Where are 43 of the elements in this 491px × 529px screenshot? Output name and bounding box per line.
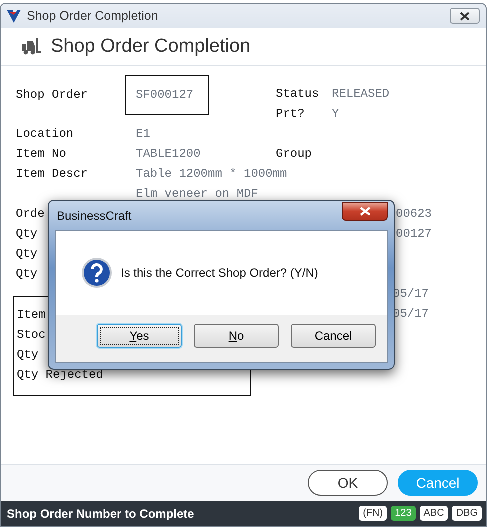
dialog-button[interactable]: Yes <box>97 324 182 348</box>
field-value: Table 1200mm * 1000mm <box>136 167 288 181</box>
forklift-icon <box>22 38 41 55</box>
field-label: Qty Rejected <box>17 368 104 382</box>
field-label: Orde <box>16 207 45 221</box>
field-label: Item Descr <box>16 167 88 181</box>
app-logo-icon <box>7 10 21 22</box>
field-value: 00127 <box>396 227 432 241</box>
close-icon <box>460 12 470 20</box>
page-title: Shop Order Completion <box>51 36 251 58</box>
dialog-title: BusinessCraft <box>57 208 133 222</box>
dialog-button[interactable]: Cancel <box>291 324 376 348</box>
field-value: TABLE1200 <box>136 147 201 161</box>
close-button[interactable] <box>450 8 480 24</box>
mode-badge[interactable]: DBG <box>452 506 482 521</box>
field-label: Item No <box>16 147 66 161</box>
window-title: Shop Order Completion <box>27 9 160 23</box>
status-text: Shop Order Number to Complete <box>7 506 196 520</box>
field-label: Stoc <box>17 328 46 342</box>
field-value: RELEASED <box>332 87 390 101</box>
mode-badge[interactable]: (FN) <box>359 506 388 521</box>
mode-badge[interactable]: ABC <box>420 506 448 521</box>
field-value: 00623 <box>396 207 432 221</box>
field-value: E1 <box>136 127 150 141</box>
field-label: Group <box>276 147 312 161</box>
field-label: Qty <box>16 247 38 261</box>
field-label: Status <box>276 87 320 101</box>
field-label: Qty <box>16 267 38 281</box>
field-label: Prt? <box>276 107 305 121</box>
field-label: Location <box>16 127 74 141</box>
close-button[interactable] <box>342 202 388 220</box>
field-label: Shop Order <box>16 88 88 102</box>
question-icon <box>81 257 113 289</box>
field-value: Elm veneer on MDF <box>136 187 258 201</box>
shop-order-field[interactable]: SF000127 <box>125 75 209 115</box>
field-label: Item <box>17 308 46 322</box>
close-icon <box>360 206 370 216</box>
field-value: Y <box>332 107 340 121</box>
dialog-button[interactable]: No <box>194 324 279 348</box>
field-label: Qty <box>17 348 39 362</box>
ok-button[interactable]: OK <box>308 470 388 496</box>
dialog-message: Is this the Correct Shop Order? (Y/N) <box>121 266 318 280</box>
field-label: Qty <box>16 227 38 241</box>
